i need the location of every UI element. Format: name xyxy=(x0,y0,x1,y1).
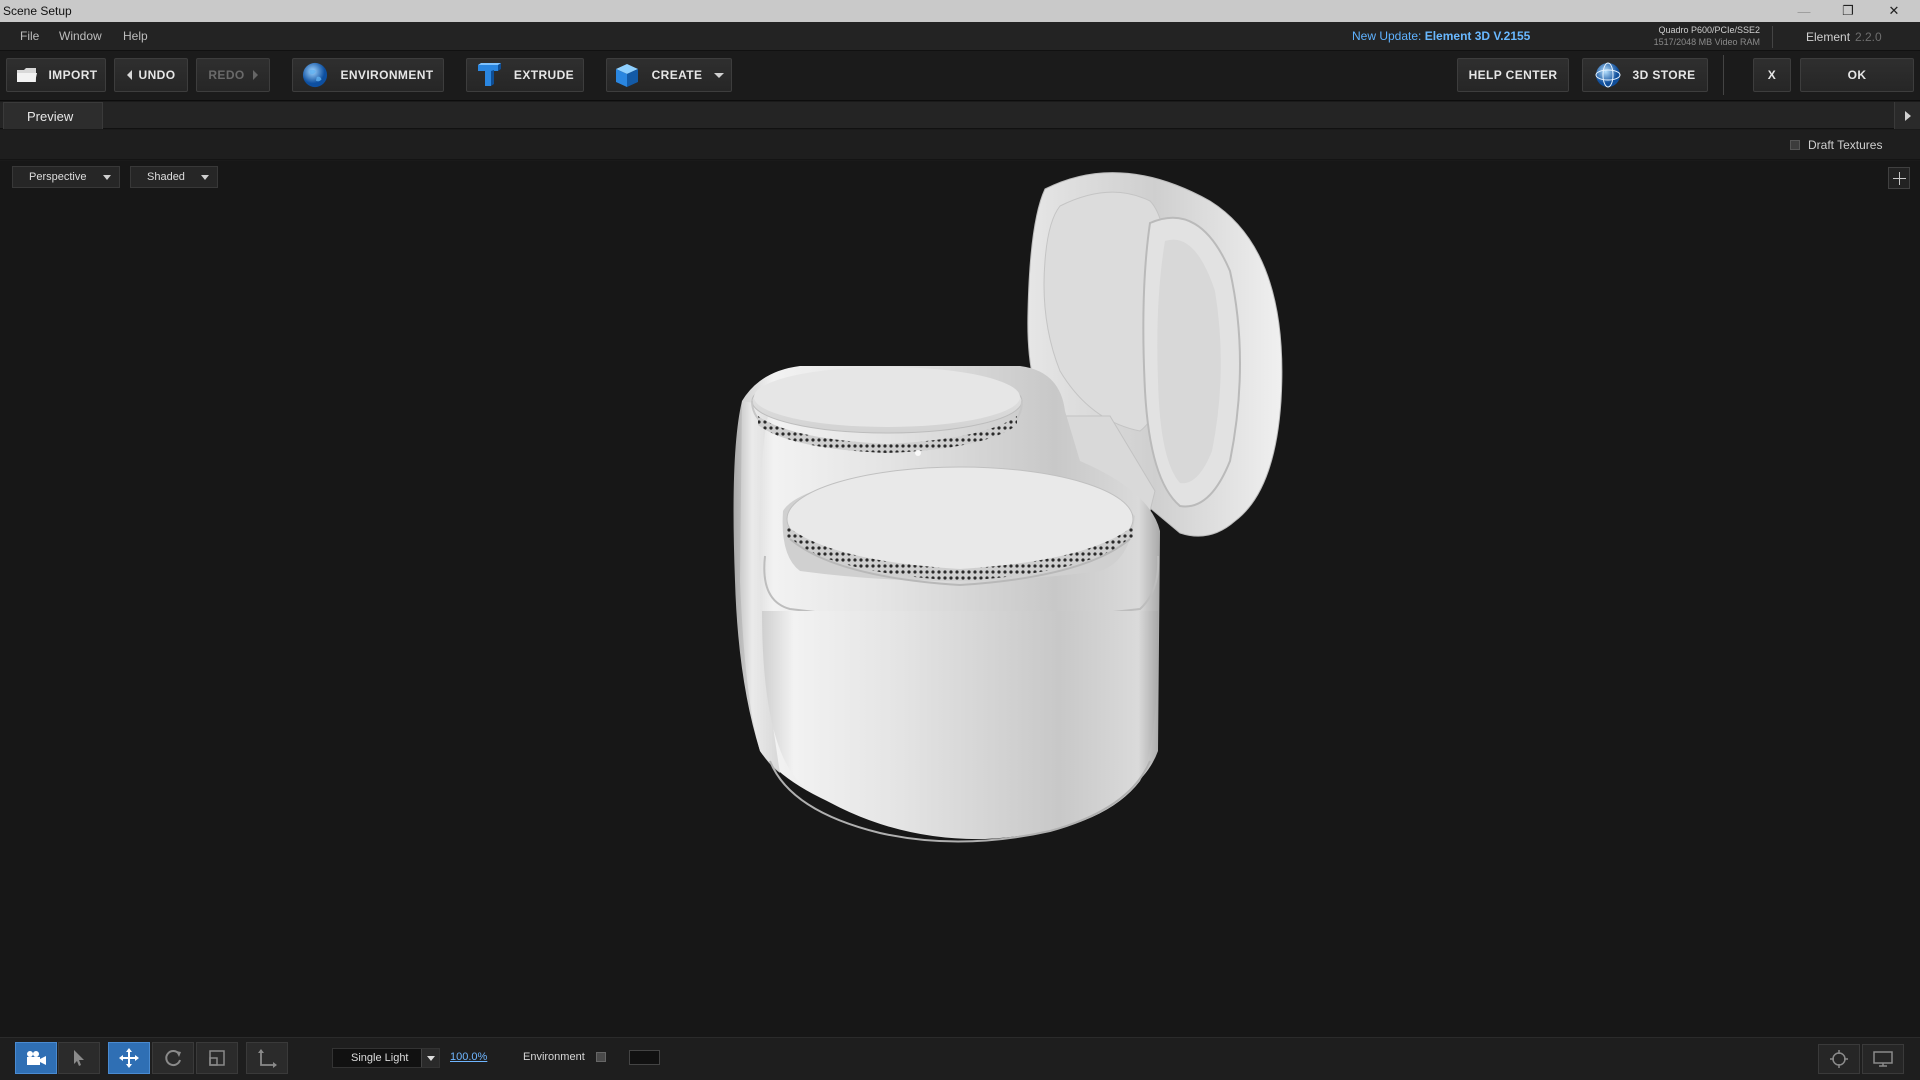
chevron-down-icon xyxy=(103,175,111,180)
menu-file[interactable]: File xyxy=(20,29,39,43)
extrude-label: EXTRUDE xyxy=(513,68,575,82)
move-arrows-icon xyxy=(119,1048,139,1068)
restore-button[interactable]: ❐ xyxy=(1826,0,1870,22)
undo-label: UNDO xyxy=(138,68,176,82)
panel-expand-button[interactable] xyxy=(1894,102,1920,129)
cancel-button[interactable]: X xyxy=(1753,58,1791,92)
store-globe-icon xyxy=(1595,62,1621,88)
move-tool-button[interactable] xyxy=(108,1042,150,1074)
chevron-right-icon xyxy=(1904,110,1911,121)
shading-mode-dropdown[interactable]: Shaded xyxy=(130,166,218,188)
menu-help[interactable]: Help xyxy=(123,29,148,43)
cube-icon xyxy=(614,62,640,88)
bottom-toolbar: Single Light 100.0% Environment xyxy=(0,1037,1920,1080)
3d-model-render xyxy=(733,172,1283,843)
rotate-tool-button[interactable] xyxy=(152,1042,194,1074)
globe-icon xyxy=(302,62,328,88)
camera-tool-button[interactable] xyxy=(15,1042,57,1074)
redo-button[interactable]: REDO xyxy=(196,58,270,92)
environment-swatch[interactable] xyxy=(629,1050,660,1065)
axis-icon xyxy=(258,1049,277,1068)
store-label: 3D STORE xyxy=(1632,68,1696,82)
tab-preview-label: Preview xyxy=(27,108,74,124)
toolbar-divider xyxy=(1723,55,1724,95)
gpu-info: Quadro P600/PCIe/SSE2 1517/2048 MB Video… xyxy=(1650,24,1760,48)
main-toolbar: IMPORT UNDO REDO ENVIRONMENT EXTRUDE CRE… xyxy=(0,51,1920,101)
select-tool-button[interactable] xyxy=(58,1042,100,1074)
axis-tool-button[interactable] xyxy=(246,1042,288,1074)
render-settings-button[interactable] xyxy=(1818,1044,1860,1074)
environment-label: ENVIRONMENT xyxy=(340,68,434,82)
light-intensity-value[interactable]: 100.0% xyxy=(450,1051,487,1063)
draft-textures-checkbox[interactable] xyxy=(1790,140,1800,150)
undo-button[interactable]: UNDO xyxy=(114,58,188,92)
camera-view-value: Perspective xyxy=(29,171,87,183)
ok-label: OK xyxy=(1847,68,1867,82)
create-button[interactable]: CREATE xyxy=(606,58,732,92)
update-notice[interactable]: New Update: Element 3D V.2155 xyxy=(1352,29,1530,43)
update-version: Element 3D V.2155 xyxy=(1424,29,1531,43)
redo-arrow-icon xyxy=(252,70,258,80)
pointer-icon xyxy=(74,1050,84,1066)
app-version: 2.2.0 xyxy=(1855,30,1882,44)
scale-tool-button[interactable] xyxy=(196,1042,238,1074)
redo-label: REDO xyxy=(208,68,245,82)
monitor-icon xyxy=(1873,1051,1893,1067)
undo-arrow-icon xyxy=(126,70,132,80)
scale-icon xyxy=(209,1050,225,1066)
import-label: IMPORT xyxy=(48,68,98,82)
create-label: CREATE xyxy=(651,68,703,82)
close-icon: ✕ xyxy=(1888,3,1900,18)
import-button[interactable]: IMPORT xyxy=(6,58,106,92)
minimize-button[interactable]: — xyxy=(1782,0,1826,22)
light-mode-value: Single Light xyxy=(351,1052,409,1064)
help-center-button[interactable]: HELP CENTER xyxy=(1457,58,1569,92)
tab-preview[interactable]: Preview xyxy=(3,102,103,129)
camera-icon xyxy=(27,1051,46,1065)
camera-view-dropdown[interactable]: Perspective xyxy=(12,166,120,188)
3d-viewport[interactable]: Perspective Shaded xyxy=(0,161,1920,1037)
maximize-viewport-icon[interactable] xyxy=(1888,167,1910,189)
restore-icon: ❐ xyxy=(1842,3,1854,18)
extrude-button[interactable]: EXTRUDE xyxy=(466,58,584,92)
menu-window[interactable]: Window xyxy=(59,29,102,43)
3d-store-button[interactable]: 3D STORE xyxy=(1582,58,1708,92)
ok-button[interactable]: OK xyxy=(1800,58,1914,92)
preview-options: Draft Textures xyxy=(0,130,1920,160)
cancel-label: X xyxy=(1767,68,1777,82)
app-name: Element xyxy=(1806,30,1851,44)
update-prefix: New Update: xyxy=(1352,29,1422,43)
chevron-down-icon xyxy=(201,175,209,180)
light-mode-dropdown[interactable]: Single Light xyxy=(332,1048,440,1068)
gpu-ram: 1517/2048 MB Video RAM xyxy=(1653,37,1760,47)
menu-bar: File Window Help New Update: Element 3D … xyxy=(0,22,1920,51)
rotate-icon xyxy=(165,1050,181,1067)
window-title: Scene Setup xyxy=(3,4,72,18)
chevron-down-icon xyxy=(421,1049,439,1067)
draft-textures-option[interactable]: Draft Textures xyxy=(1790,138,1882,152)
help-center-label: HELP CENTER xyxy=(1468,68,1558,82)
environment-checkbox[interactable] xyxy=(596,1052,606,1062)
environment-toggle-label: Environment xyxy=(523,1051,585,1063)
close-window-button[interactable]: ✕ xyxy=(1872,0,1916,22)
tab-bar: Preview xyxy=(0,102,1920,129)
folder-icon xyxy=(14,62,40,88)
chevron-down-icon xyxy=(714,72,725,78)
menu-divider xyxy=(1772,26,1773,48)
gpu-name: Quadro P600/PCIe/SSE2 xyxy=(1658,25,1760,35)
target-icon xyxy=(1830,1050,1848,1068)
environment-button[interactable]: ENVIRONMENT xyxy=(292,58,444,92)
display-options-button[interactable] xyxy=(1862,1044,1904,1074)
minimize-icon: — xyxy=(1797,3,1811,19)
shading-mode-value: Shaded xyxy=(147,171,185,183)
extrude-icon xyxy=(476,62,502,88)
draft-textures-label: Draft Textures xyxy=(1808,138,1883,152)
title-bar: Scene Setup — ❐ ✕ xyxy=(0,0,1920,22)
